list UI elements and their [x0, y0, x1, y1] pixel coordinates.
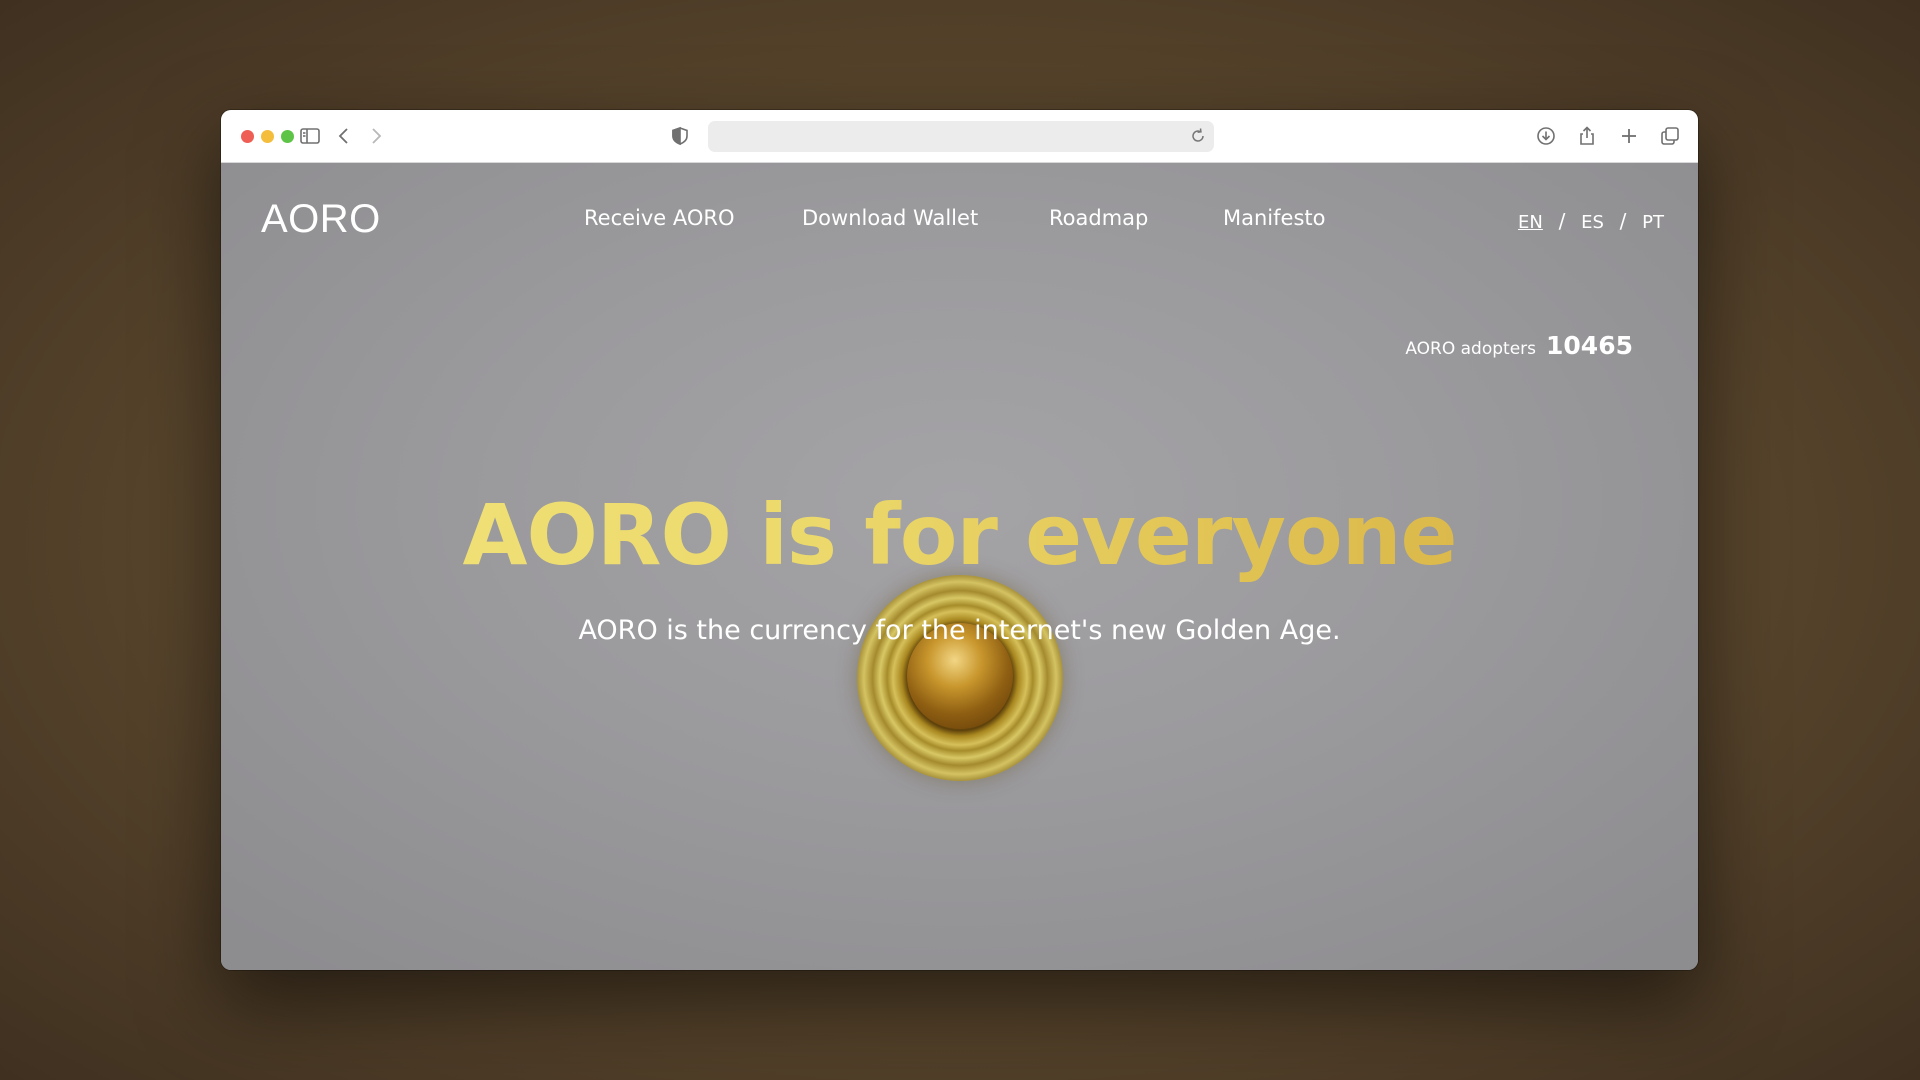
language-switcher: EN / ES / PT [1518, 209, 1664, 233]
page-content: AORO Receive AORO Download Wallet Roadma… [221, 163, 1698, 970]
adopters-count: 10465 [1546, 331, 1633, 360]
nav-download-wallet[interactable]: Download Wallet [802, 206, 978, 230]
tabs-overview-icon[interactable] [1658, 124, 1682, 148]
browser-toolbar [221, 110, 1698, 163]
address-bar[interactable] [708, 121, 1214, 152]
zoom-window-button[interactable] [281, 130, 294, 143]
back-icon[interactable] [332, 124, 356, 148]
lang-separator: / [1558, 209, 1566, 233]
hero-subheadline: AORO is the currency for the internet's … [578, 615, 1341, 646]
close-window-button[interactable] [241, 130, 254, 143]
main-nav: Receive AORO Download Wallet Roadmap Man… [221, 206, 1698, 236]
adopters-label: AORO adopters [1405, 339, 1537, 359]
privacy-shield-icon[interactable] [668, 124, 692, 148]
sidebar-icon[interactable] [298, 124, 322, 148]
new-tab-icon[interactable] [1617, 124, 1641, 148]
nav-receive-aoro[interactable]: Receive AORO [584, 206, 735, 230]
nav-manifesto[interactable]: Manifesto [1223, 206, 1325, 230]
browser-window: AORO Receive AORO Download Wallet Roadma… [221, 110, 1698, 970]
nav-roadmap[interactable]: Roadmap [1049, 206, 1148, 230]
lang-en[interactable]: EN [1518, 212, 1543, 233]
hero-headline: AORO is for everyone [221, 486, 1698, 584]
gold-coin-graphic [857, 575, 1063, 781]
minimize-window-button[interactable] [261, 130, 274, 143]
adopters-counter: AORO adopters 10465 [1405, 331, 1633, 360]
lang-pt[interactable]: PT [1642, 212, 1664, 233]
download-icon[interactable] [1534, 124, 1558, 148]
lang-es[interactable]: ES [1581, 212, 1604, 233]
share-icon[interactable] [1575, 124, 1599, 148]
forward-icon[interactable] [364, 124, 388, 148]
reload-icon[interactable] [1188, 126, 1208, 146]
lang-separator: / [1619, 209, 1627, 233]
